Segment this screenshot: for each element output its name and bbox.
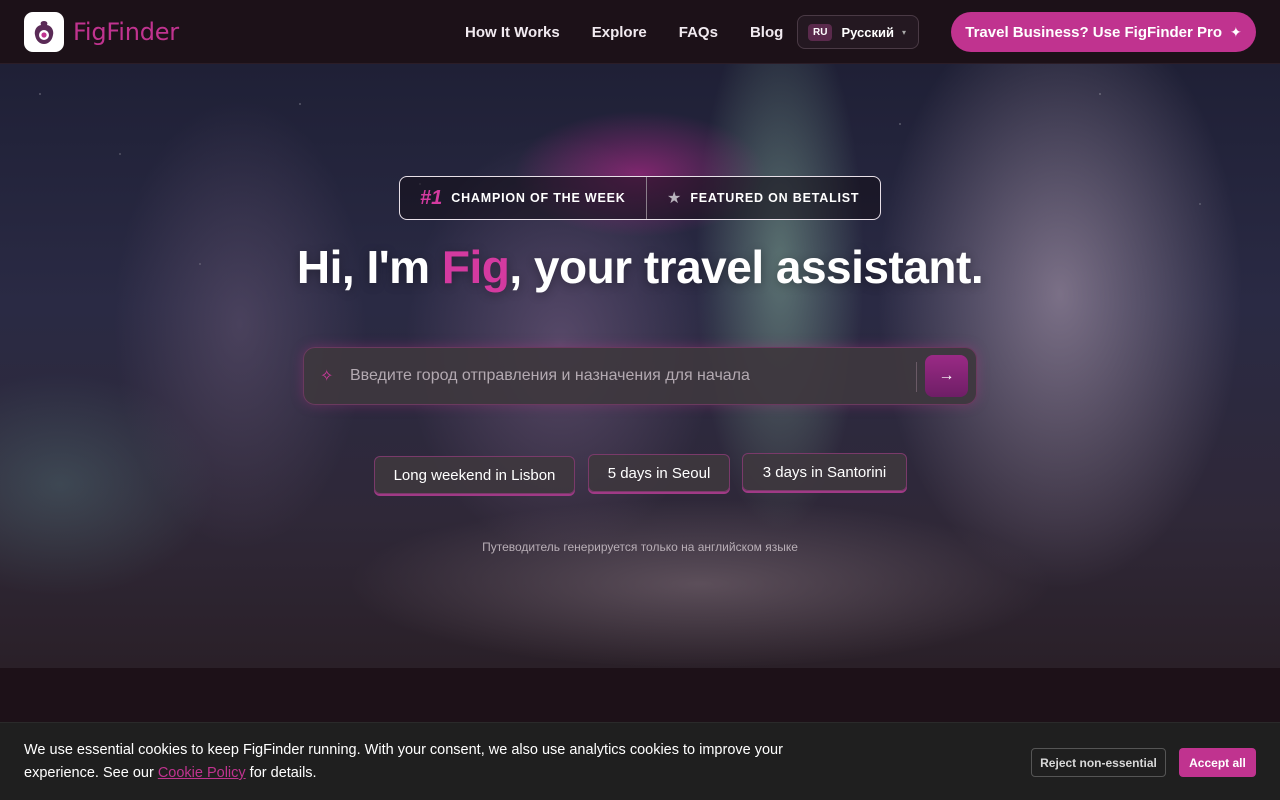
fig-logo-icon [34,20,54,44]
chevron-down-icon: ▾ [901,27,906,37]
accept-cookies-button[interactable]: Accept all [1179,748,1256,777]
sparkles-icon: ✧ [320,368,334,385]
hero-section: #1 CHAMPION OF THE WEEK ★ FEATURED ON BE… [0,64,1280,668]
arrow-right-icon: → [938,367,955,384]
sparkle-icon: ✦ [1230,23,1242,40]
search-divider [916,362,917,392]
top-header: FigFinder How It Works Explore FAQs Blog… [0,0,1280,64]
pro-button-label: Travel Business? Use FigFinder Pro [965,23,1222,41]
rank-number: #1 [420,186,443,209]
nav-how-it-works[interactable]: How It Works [465,24,560,41]
trip-search-input[interactable] [350,348,910,404]
content-section [0,668,1280,722]
betalist-text: FEATURED ON BETALIST [690,191,860,205]
language-note: Путеводитель генерируется только на англ… [482,540,798,554]
champion-badge: #1 CHAMPION OF THE WEEK [400,177,647,219]
award-badge[interactable]: #1 CHAMPION OF THE WEEK ★ FEATURED ON BE… [399,176,881,220]
headline-highlight: Fig [441,241,510,293]
trip-search-box: ✧ → [303,347,977,405]
cookie-policy-link[interactable]: Cookie Policy [158,765,246,781]
hero-headline: Hi, I'm Fig, your travel assistant. [0,240,1280,294]
cookie-banner: We use essential cookies to keep FigFind… [0,722,1280,800]
figfinder-pro-button[interactable]: Travel Business? Use FigFinder Pro ✦ [951,12,1256,52]
figfinder-logo[interactable] [24,11,64,52]
betalist-badge: ★ FEATURED ON BETALIST [647,188,859,208]
main-nav: How It Works Explore FAQs Blog [465,0,815,64]
brand-name[interactable]: FigFinder [73,18,179,46]
headline-end: , your travel assistant. [509,241,984,293]
suggestion-chip-santorini[interactable]: 3 days in Santorini [742,453,907,491]
cookie-text-end: for details. [245,765,317,781]
suggestion-chip-lisbon[interactable]: Long weekend in Lisbon [374,456,575,494]
star-icon: ★ [667,190,682,207]
reject-cookies-button[interactable]: Reject non-essential [1031,748,1166,777]
champion-text: CHAMPION OF THE WEEK [451,191,626,205]
cookie-message: We use essential cookies to keep FigFind… [24,739,804,785]
language-code: RU [808,23,833,41]
cookie-text-start: We use essential cookies to keep FigFind… [24,742,783,781]
nav-blog[interactable]: Blog [750,24,783,41]
language-selector[interactable]: RU Русский ▾ [797,15,919,49]
search-submit-button[interactable]: → [925,355,968,397]
suggestion-chip-seoul[interactable]: 5 days in Seoul [588,454,730,492]
headline-start: Hi, I'm [296,241,442,293]
nav-faqs[interactable]: FAQs [679,24,718,41]
language-name: Русский [841,24,894,40]
nav-explore[interactable]: Explore [592,24,647,41]
